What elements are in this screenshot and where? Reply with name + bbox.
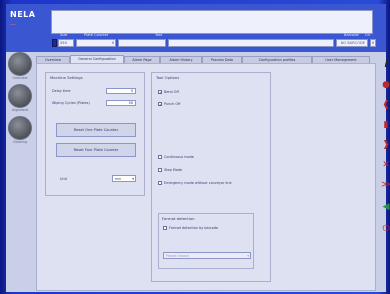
reset-four-plate-counter-button[interactable]: Reset Four Plate Counter bbox=[56, 143, 136, 157]
continuous-mode-label: Continuous mode bbox=[164, 155, 194, 159]
right-toolbar: i ● ❰ ▮ ❱ ✕ ≫ ◀ ⏻ bbox=[378, 56, 390, 256]
alignment-nav-label: Alignment bbox=[11, 108, 29, 112]
info-icon[interactable]: i bbox=[379, 58, 390, 72]
tool-options-title: Tool Options bbox=[156, 75, 180, 80]
tab-configuration-profiles[interactable]: Configuration profiles bbox=[242, 56, 312, 63]
format-detection-title: Format detection bbox=[162, 216, 195, 221]
tab-general-configuration[interactable]: General Configuration bbox=[70, 55, 124, 63]
continuous-mode-checkbox[interactable] bbox=[158, 155, 162, 159]
overview-nav-button[interactable] bbox=[8, 52, 32, 76]
step-mode-checkbox[interactable] bbox=[158, 168, 162, 172]
format-by-barcode-label: Format detection by barcode bbox=[169, 226, 219, 230]
format-select-placeholder: Please choose bbox=[166, 254, 189, 258]
text-label: Text bbox=[155, 33, 163, 37]
plate-counter-label: Plate Counter bbox=[84, 33, 109, 37]
reset-one-plate-counter-button[interactable]: Reset One Plate Counter bbox=[56, 123, 136, 137]
machine-settings-title: Machine Settings bbox=[50, 75, 83, 80]
plate-counter-field[interactable]: 0 bbox=[76, 39, 116, 47]
message-display bbox=[51, 10, 373, 34]
tool-options-group: Tool Options ✓ Bend Off ✓ Punch Off Cont… bbox=[151, 72, 271, 282]
emergency-mode-checkbox[interactable] bbox=[158, 181, 162, 185]
bend-off-checkbox[interactable]: ✓ bbox=[158, 90, 162, 95]
unit-value: mm bbox=[115, 177, 122, 181]
delay-time-label: Delay time bbox=[52, 89, 71, 93]
chevron-down-icon: ▾ bbox=[132, 177, 134, 181]
text-field-a[interactable] bbox=[118, 39, 166, 47]
tab-bar: Overview General Configuration Alarm Pag… bbox=[36, 55, 376, 63]
chevron-down-icon: ▾ bbox=[247, 254, 249, 258]
left-nav: Overview Alignment Cleaning bbox=[6, 52, 34, 172]
nela-logo: NELA ... bbox=[10, 10, 40, 44]
emergency-mode-label: Emergency mode without conveyor line bbox=[164, 181, 232, 185]
format-detection-group: Format detection Format detection by bar… bbox=[158, 213, 254, 269]
header-fields: 250 0 NO BARCODE 0 bbox=[52, 39, 376, 48]
wiping-cycles-input[interactable]: 50 bbox=[106, 100, 136, 106]
text-field-b[interactable] bbox=[168, 39, 334, 47]
stop-icon[interactable]: ✕ bbox=[379, 158, 390, 172]
barcode-label: Barcode bbox=[344, 33, 359, 37]
general-config-panel: Machine Settings Delay time 5 Wiping Cyc… bbox=[36, 63, 376, 291]
tab-alarm-page[interactable]: Alarm Page bbox=[124, 56, 160, 63]
tab-overview[interactable]: Overview bbox=[36, 56, 70, 63]
cleaning-nav-button[interactable] bbox=[8, 116, 32, 140]
cleaning-nav-label: Cleaning bbox=[13, 140, 27, 144]
arrow-right-icon[interactable]: ❱ bbox=[379, 138, 390, 152]
size-label: Size bbox=[60, 33, 68, 37]
ctr-field: 0 bbox=[370, 39, 376, 47]
delay-time-input[interactable]: 5 bbox=[106, 88, 136, 94]
status-indicator bbox=[52, 39, 57, 47]
play-left-icon[interactable]: ◀ bbox=[379, 200, 390, 214]
ctr-label: Ctr bbox=[365, 33, 371, 37]
hmi-screen: NELA ... Size Plate Counter Text Barcode… bbox=[6, 4, 390, 292]
unit-select[interactable]: mm ▾ bbox=[112, 175, 136, 182]
logo-subtext: ... bbox=[10, 20, 16, 27]
tab-user-management[interactable]: User Management bbox=[312, 56, 370, 63]
pause-icon[interactable]: ▮ bbox=[379, 118, 390, 132]
step-mode-label: Step Mode bbox=[164, 168, 183, 172]
overview-nav-label: Overview bbox=[12, 76, 28, 80]
alignment-nav-button[interactable] bbox=[8, 84, 32, 108]
power-icon[interactable]: ⏻ bbox=[379, 222, 390, 236]
skip-icon[interactable]: ≫ bbox=[379, 178, 390, 192]
alarm-icon[interactable]: ● bbox=[379, 78, 390, 92]
tab-alarm-history[interactable]: Alarm History bbox=[160, 56, 202, 63]
unit-label: Unit bbox=[60, 177, 67, 181]
wiping-cycles-label: Wiping Cycles (Plates) bbox=[52, 101, 90, 105]
monitor-frame: NELA ... Size Plate Counter Text Barcode… bbox=[0, 0, 390, 294]
punch-off-checkbox[interactable]: ✓ bbox=[158, 102, 162, 107]
header-bar: NELA ... Size Plate Counter Text Barcode… bbox=[6, 4, 386, 52]
bend-off-label: Bend Off bbox=[164, 90, 179, 94]
barcode-field: NO BARCODE bbox=[336, 39, 368, 47]
punch-off-label: Punch Off bbox=[164, 102, 181, 106]
format-by-barcode-checkbox[interactable] bbox=[163, 226, 167, 230]
size-field[interactable]: 250 bbox=[58, 39, 74, 47]
format-select[interactable]: Please choose ▾ bbox=[163, 252, 251, 259]
tab-process-data[interactable]: Process Data bbox=[202, 56, 242, 63]
logo-text: NELA bbox=[10, 10, 36, 19]
arrow-left-icon[interactable]: ❰ bbox=[379, 98, 390, 112]
machine-settings-group: Machine Settings Delay time 5 Wiping Cyc… bbox=[45, 72, 145, 196]
